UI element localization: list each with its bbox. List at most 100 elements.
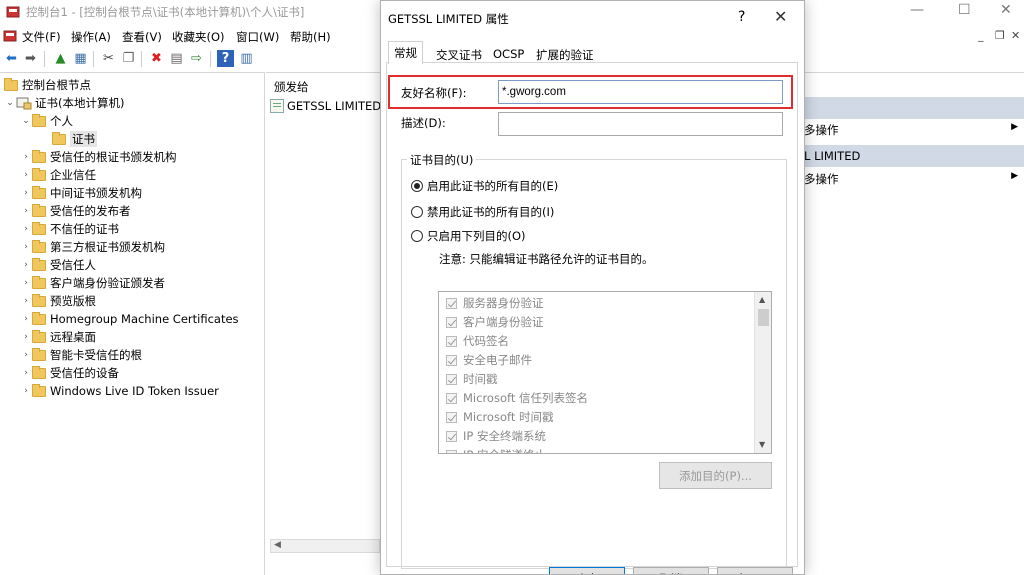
expand-icon[interactable]: › <box>20 242 32 252</box>
export-icon[interactable]: ⇨ <box>188 50 205 67</box>
collapse-icon[interactable]: ⌄ <box>20 116 32 126</box>
radio-checked-icon[interactable] <box>411 180 423 192</box>
expand-icon[interactable]: › <box>20 278 32 288</box>
tree-item-store[interactable]: › 企业信任 <box>20 166 96 184</box>
expand-icon[interactable]: › <box>20 332 32 342</box>
purpose-list-item[interactable]: 服务器身份验证 <box>446 294 544 312</box>
tree-item-store[interactable]: › Windows Live ID Token Issuer <box>20 382 219 400</box>
mdi-restore-button[interactable]: ❐ <box>995 29 1005 42</box>
purpose-list-item[interactable]: Microsoft 信任列表签名 <box>446 389 588 407</box>
expand-icon[interactable]: › <box>20 350 32 360</box>
close-button[interactable]: ✕ <box>1000 2 1012 18</box>
menu-help[interactable]: 帮助(H) <box>290 29 331 45</box>
checkbox-checked-icon[interactable] <box>446 449 457 453</box>
scroll-left-icon[interactable]: ◀ <box>274 540 281 550</box>
copy-icon[interactable]: ❐ <box>120 50 137 67</box>
purpose-list-item[interactable]: IP 安全隧道终止 <box>446 446 546 453</box>
column-header-issued-to[interactable]: 颁发给 <box>274 79 309 95</box>
back-icon[interactable]: ⬅ <box>3 50 20 67</box>
purpose-list-item[interactable]: 代码签名 <box>446 332 509 350</box>
menu-file[interactable]: 文件(F) <box>22 29 61 45</box>
collapse-icon[interactable]: ⌄ <box>4 98 16 108</box>
menu-view[interactable]: 查看(V) <box>122 29 162 45</box>
checkbox-checked-icon[interactable] <box>446 430 457 442</box>
expand-icon[interactable]: › <box>20 368 32 378</box>
tree-item-store[interactable]: › 受信任的发布者 <box>20 202 131 220</box>
radio-enable-only[interactable]: 只启用下列目的(O) <box>411 228 526 244</box>
purpose-list-item[interactable]: 客户端身份验证 <box>446 313 544 331</box>
tree-item-store[interactable]: › 受信任的设备 <box>20 364 119 382</box>
expand-icon[interactable]: › <box>20 188 32 198</box>
tree-item-certificates-local[interactable]: ⌄ 证书(本地计算机) <box>4 94 124 112</box>
radio-disable-all[interactable]: 禁用此证书的所有目的(I) <box>411 204 554 220</box>
tab-general[interactable]: 常规 <box>388 41 423 64</box>
more-actions-item[interactable]: 多操作 ▶ <box>800 119 1024 139</box>
checkbox-checked-icon[interactable] <box>446 411 457 423</box>
tree-item-store[interactable]: › 客户端身份验证颁发者 <box>20 274 165 292</box>
purpose-list-item[interactable]: IP 安全终端系统 <box>446 427 546 445</box>
help-icon[interactable]: ? <box>217 50 234 67</box>
tab-ocsp[interactable]: OCSP <box>487 43 530 63</box>
tree-item-store[interactable]: › 第三方根证书颁发机构 <box>20 238 165 256</box>
radio-unchecked-icon[interactable] <box>411 206 423 218</box>
scroll-thumb[interactable] <box>758 309 769 326</box>
checkbox-checked-icon[interactable] <box>446 297 457 309</box>
tab-cross-certificates[interactable]: 交叉证书 <box>430 43 488 63</box>
more-actions-item[interactable]: 多操作 ▶ <box>800 168 1024 188</box>
apply-button[interactable]: 应用(A) <box>717 567 793 574</box>
radio-unchecked-icon[interactable] <box>411 230 423 242</box>
console-icon[interactable] <box>3 29 17 43</box>
expand-icon[interactable]: › <box>20 386 32 396</box>
tree-item-root[interactable]: 控制台根节点 <box>4 76 91 94</box>
tree-item-store[interactable]: › 远程桌面 <box>20 328 96 346</box>
tree-item-store[interactable]: › 不信任的证书 <box>20 220 119 238</box>
checkbox-checked-icon[interactable] <box>446 354 457 366</box>
show-hide-tree-icon[interactable]: ▦ <box>72 50 89 67</box>
show-action-pane-icon[interactable]: ▥ <box>238 50 255 67</box>
checkbox-checked-icon[interactable] <box>446 316 457 328</box>
tree-item-store[interactable]: › 预览版根 <box>20 292 96 310</box>
menu-window[interactable]: 窗口(W) <box>236 29 279 45</box>
up-folder-icon[interactable]: ▲ <box>52 50 69 67</box>
description-input[interactable] <box>498 112 783 136</box>
minimize-button[interactable]: — <box>910 2 924 18</box>
tree-item-store[interactable]: › 受信任人 <box>20 256 96 274</box>
cancel-button[interactable]: 取消 <box>633 567 709 574</box>
scroll-down-icon[interactable]: ▼ <box>759 440 765 449</box>
mdi-minimize-button[interactable]: _ <box>978 29 984 42</box>
expand-icon[interactable]: › <box>20 206 32 216</box>
expand-icon[interactable]: › <box>20 152 32 162</box>
tab-extended-validation[interactable]: 扩展的验证 <box>530 43 600 63</box>
add-purpose-button[interactable]: 添加目的(P)... <box>659 462 772 489</box>
cut-icon[interactable]: ✂ <box>100 50 117 67</box>
expand-icon[interactable]: › <box>20 314 32 324</box>
scroll-up-icon[interactable]: ▲ <box>759 295 765 304</box>
vertical-scrollbar[interactable]: ▲ ▼ <box>754 292 771 453</box>
checkbox-checked-icon[interactable] <box>446 335 457 347</box>
tree-item-store[interactable]: › 受信任的根证书颁发机构 <box>20 148 177 166</box>
properties-icon[interactable]: ▤ <box>168 50 185 67</box>
friendly-name-input[interactable] <box>498 80 783 104</box>
maximize-button[interactable]: ☐ <box>958 2 971 18</box>
expand-icon[interactable]: › <box>20 170 32 180</box>
tree-item-personal[interactable]: ⌄ 个人 <box>20 112 73 130</box>
checkbox-checked-icon[interactable] <box>446 373 457 385</box>
delete-icon[interactable]: ✖ <box>148 50 165 67</box>
checkbox-checked-icon[interactable] <box>446 392 457 404</box>
expand-icon[interactable]: › <box>20 224 32 234</box>
purpose-list-item[interactable]: Microsoft 时间戳 <box>446 408 554 426</box>
dialog-close-button[interactable]: ✕ <box>774 7 787 26</box>
expand-icon[interactable]: › <box>20 296 32 306</box>
mdi-close-button[interactable]: ✕ <box>1011 29 1020 42</box>
menu-favorites[interactable]: 收藏夹(O) <box>172 29 225 45</box>
tree-item-store[interactable]: › Homegroup Machine Certificates <box>20 310 239 328</box>
help-button[interactable]: ? <box>738 9 745 25</box>
tree-item-certificates[interactable]: 证书 <box>52 130 97 148</box>
radio-enable-all[interactable]: 启用此证书的所有目的(E) <box>411 178 558 194</box>
list-item[interactable]: GETSSL LIMITED <box>270 99 381 113</box>
tree-item-store[interactable]: › 智能卡受信任的根 <box>20 346 142 364</box>
forward-icon[interactable]: ➡ <box>22 50 39 67</box>
expand-icon[interactable]: › <box>20 260 32 270</box>
horizontal-scrollbar[interactable]: ◀ <box>270 539 380 553</box>
tree-item-store[interactable]: › 中间证书颁发机构 <box>20 184 142 202</box>
